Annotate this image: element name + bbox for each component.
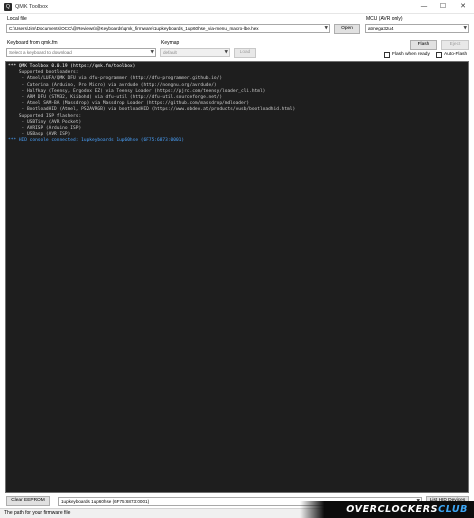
chevron-down-icon[interactable]: ▼ [225, 49, 228, 56]
local-file-path-combo[interactable]: C:\Users\Jim\Documents\OCC\@Reviews\@Key… [6, 24, 330, 33]
chevron-down-icon[interactable]: ▼ [464, 25, 467, 32]
title-bar: Q QMK Toolbox — ☐ ✕ [0, 0, 474, 14]
mcu-label: MCU (AVR only) [366, 16, 403, 22]
minimize-button[interactable]: — [417, 1, 431, 12]
hid-device-value: 1upkeyboards 1up60hse (6F75:6873:0001) [61, 499, 150, 504]
flash-button[interactable]: Flash [410, 40, 437, 50]
auto-flash-checkbox[interactable] [436, 52, 442, 58]
keymap-select[interactable]: default ▼ [160, 48, 230, 57]
flash-when-ready-checkbox[interactable] [384, 52, 390, 58]
watermark-main: OVERCLOCKERS [346, 504, 439, 515]
window-title: QMK Toolbox [15, 4, 48, 10]
mcu-select[interactable]: atmega32u4 ▼ [365, 24, 469, 33]
mcu-value: atmega32u4 [368, 26, 394, 31]
open-button[interactable]: Open [334, 24, 360, 34]
keyboard-label: Keyboard from qmk.fm [7, 40, 58, 46]
close-button[interactable]: ✕ [456, 1, 470, 12]
local-file-path-value: C:\Users\Jim\Documents\OCC\@Reviews\@Key… [9, 26, 259, 31]
flash-when-ready-label: Flash when ready [392, 52, 430, 57]
auto-flash-label: Auto-Flash [444, 52, 468, 57]
status-text: The path for your firmware file [4, 510, 71, 516]
keymap-value: default [163, 50, 177, 55]
console-output[interactable]: *** QMK Toolbox 0.0.19 (https://qmk.fm/t… [5, 61, 469, 493]
watermark-text: OVERCLOCKERSCLUB [346, 504, 468, 515]
chevron-down-icon[interactable]: ▼ [325, 25, 328, 32]
clear-eeprom-button[interactable]: Clear EEPROM [6, 496, 50, 506]
qmk-app-icon: Q [4, 3, 12, 11]
load-button[interactable]: Load [234, 48, 256, 58]
chevron-down-icon[interactable]: ▼ [151, 49, 154, 56]
keyboard-select[interactable]: Select a keyboard to download ▼ [6, 48, 156, 57]
keymap-label: Keymap [161, 40, 180, 46]
watermark-accent: CLUB [438, 504, 468, 515]
maximize-button[interactable]: ☐ [436, 1, 450, 12]
eject-button[interactable]: Eject [441, 40, 469, 50]
console-line: *** HID console connected: 1upkeyboards … [8, 138, 185, 144]
local-file-label: Local file [7, 16, 27, 22]
keyboard-placeholder: Select a keyboard to download [9, 50, 72, 55]
overclockers-club-watermark: OVERCLOCKERSCLUB [300, 501, 474, 518]
